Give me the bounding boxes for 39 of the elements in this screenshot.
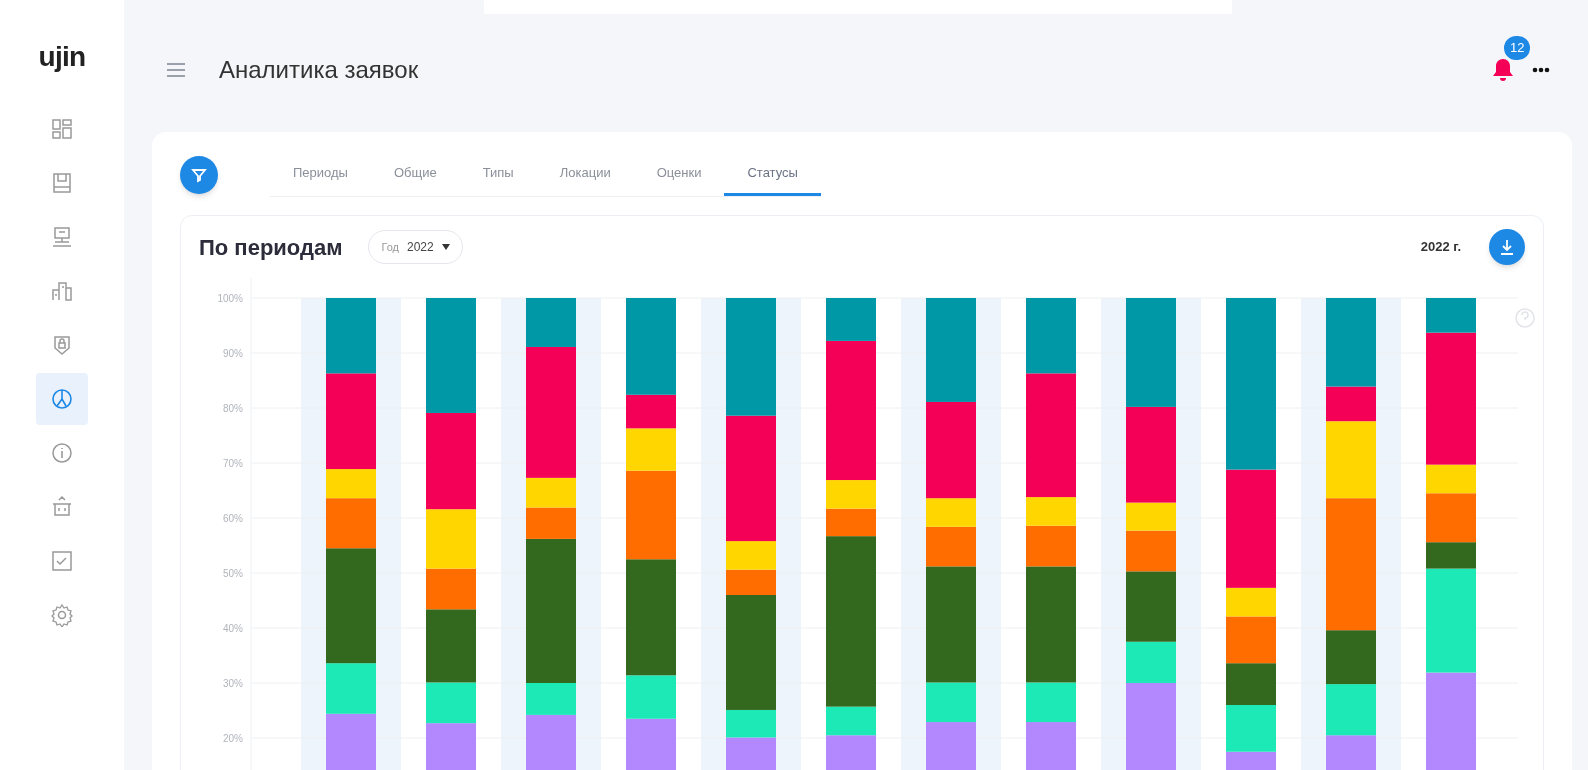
tab[interactable]: Типы (459, 152, 537, 196)
axis-label: 80% (223, 403, 243, 414)
notification-badge: 12 (1502, 34, 1533, 62)
document-icon (50, 171, 74, 195)
tab[interactable]: Оценки (633, 152, 725, 196)
axis-label: 30% (223, 678, 243, 689)
axis-label: 20% (223, 733, 243, 744)
axis-label: 70% (223, 458, 243, 469)
chart-icon (50, 387, 74, 411)
help-icon[interactable] (1515, 308, 1535, 328)
page-title: Аналитика заявок (219, 55, 419, 85)
sidebar-item[interactable] (36, 373, 88, 425)
info-icon (50, 441, 74, 465)
tab[interactable]: Общие (370, 152, 460, 196)
download-icon (1500, 239, 1514, 255)
menu-icon[interactable] (166, 63, 186, 77)
tab[interactable]: Периоды (270, 152, 371, 196)
dashboard-icon (50, 117, 74, 141)
bell-icon[interactable] (1492, 58, 1514, 82)
filter-button[interactable] (180, 155, 218, 194)
axis-label: 100% (217, 293, 243, 304)
checkbox-icon (50, 549, 74, 573)
settings-icon (50, 603, 74, 627)
more-icon[interactable] (1532, 67, 1550, 73)
monitor-icon (50, 225, 74, 249)
axis-label: 40% (223, 623, 243, 634)
logo: ujin (38, 40, 86, 74)
card-title: По периодам (199, 233, 343, 262)
buildings-icon (50, 279, 74, 303)
axis-label: 60% (223, 513, 243, 524)
tab[interactable]: Локации (536, 152, 634, 196)
download-button[interactable] (1489, 229, 1525, 265)
period-label: 2022 г. (1420, 238, 1461, 257)
tab[interactable]: Статусы (724, 152, 821, 196)
filter-icon (191, 166, 207, 183)
axis-label: 90% (223, 348, 243, 359)
axis-label: 50% (223, 568, 243, 579)
basket-icon (50, 495, 74, 519)
caret-icon (441, 244, 450, 250)
